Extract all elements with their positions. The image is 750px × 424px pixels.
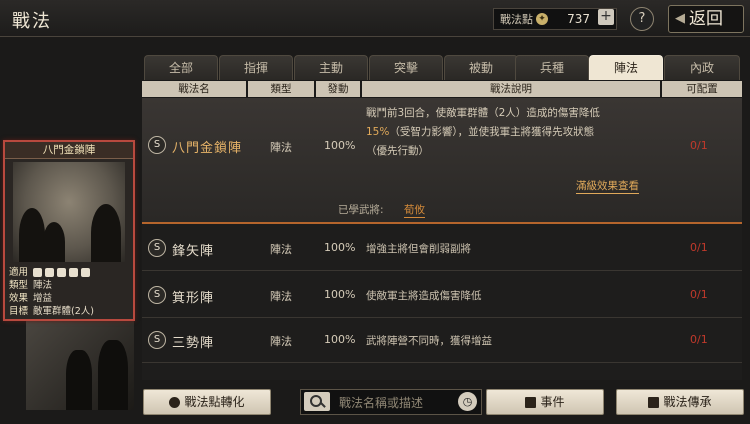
silhouette-figure: [43, 222, 65, 262]
config-count: 0/1: [690, 333, 708, 346]
tactic-rate: 100%: [324, 288, 356, 301]
table-row[interactable]: S 箕形陣 陣法 100% 使敵軍主將造成傷害降低 0/1: [142, 275, 742, 318]
card-key: 類型: [9, 280, 29, 291]
tactic-description: 武將陣營不同時，獲得增益: [366, 335, 492, 347]
tactic-description: 使敵軍主將造成傷害降低: [366, 290, 482, 302]
silhouette-figure: [98, 340, 128, 410]
tactic-inherit-label: 戰法傳承: [663, 395, 712, 409]
card-key: 效果: [9, 293, 29, 304]
siege-icon: [81, 268, 90, 277]
tactic-name: 八門金鎖陣: [172, 141, 243, 156]
tactic-type: 陣法: [270, 243, 292, 256]
tactic-name: 三勢陣: [172, 336, 215, 351]
desc-line-2: （受智力影響），並使我軍主將獲得先攻狀態: [389, 126, 595, 138]
column-header-configurable: 可配置: [662, 81, 742, 97]
bow-icon: [57, 268, 66, 277]
config-count: 0/1: [690, 139, 708, 152]
tab-assault[interactable]: 突擊: [369, 55, 443, 80]
max-level-effect-link[interactable]: 滿級效果查看: [576, 178, 639, 194]
config-count: 0/1: [690, 288, 708, 301]
card-value: 增益: [33, 293, 53, 304]
convert-points-button[interactable]: 戰法點轉化: [143, 389, 271, 415]
background-art: [26, 320, 134, 410]
back-button-label: 返回: [689, 9, 723, 29]
config-count: 0/1: [690, 241, 708, 254]
convert-points-label: 戰法點轉化: [184, 395, 245, 409]
event-label: 事件: [540, 395, 565, 409]
card-title: 八門金鎖陣: [5, 142, 133, 159]
page-title: 戰法: [12, 11, 52, 32]
table-row[interactable]: S 鋒矢陣 陣法 100% 增強主將但會削弱副將 0/1: [142, 228, 742, 271]
search-input[interactable]: [337, 393, 453, 412]
shield-icon: [45, 268, 54, 277]
column-header-name: 戰法名: [142, 81, 246, 97]
back-arrow-icon: ◀: [675, 11, 685, 26]
column-header-description: 戰法說明: [362, 81, 660, 97]
tactic-type: 陣法: [270, 335, 292, 348]
tactic-type: 陣法: [270, 290, 292, 303]
tab-all[interactable]: 全部: [144, 55, 218, 80]
grade-badge: S: [148, 286, 166, 304]
drop-icon: [169, 397, 181, 408]
desc-line-3: （優先行動）: [366, 145, 429, 157]
selected-tactic-row[interactable]: S 八門金鎖陣 陣法 100% 戰鬥前3回合，使敵軍群體（2人）造成的傷害降低 …: [142, 98, 742, 224]
tactic-name: 鋒矢陣: [172, 244, 215, 259]
back-button[interactable]: ◀ 返回: [668, 5, 744, 33]
tab-formation[interactable]: 陣法: [589, 55, 663, 80]
tactic-rate: 100%: [324, 241, 356, 254]
card-value: 陣法: [33, 280, 53, 291]
tactic-rate: 100%: [324, 333, 356, 346]
search-bar: ◷: [300, 389, 482, 415]
tactic-detail-card: 八門金鎖陣 適用 類型 陣法 效果 增益 目標 敵軍群體(2人): [3, 140, 135, 321]
tactic-description: 戰鬥前3回合，使敵軍群體（2人）造成的傷害降低 15%（受智力影響），並使我軍主…: [366, 104, 666, 161]
tactic-name: 箕形陣: [172, 291, 215, 306]
tab-command[interactable]: 指揮: [219, 55, 293, 80]
grade-badge: S: [148, 331, 166, 349]
clock-icon[interactable]: ◷: [458, 392, 477, 411]
tactic-points-value: 737: [567, 12, 590, 26]
book-icon: [525, 397, 537, 408]
learned-general-link[interactable]: 荀攸: [404, 202, 425, 218]
coin-icon: ✦: [536, 13, 548, 25]
tab-passive[interactable]: 被動: [444, 55, 518, 80]
desc-line-1: 戰鬥前3回合，使敵軍群體（2人）造成的傷害降低: [366, 107, 600, 119]
card-key: 目標: [9, 306, 29, 317]
column-header-trigger: 發動: [316, 81, 360, 97]
search-icon[interactable]: [304, 392, 330, 411]
tactic-description: 增強主將但會削弱副將: [366, 243, 471, 255]
silhouette-figure: [91, 204, 121, 262]
tactic-inherit-button[interactable]: 戰法傳承: [616, 389, 744, 415]
silhouette-figure: [19, 208, 45, 262]
grade-badge: S: [148, 239, 166, 257]
tab-active[interactable]: 主動: [294, 55, 368, 80]
tab-troop[interactable]: 兵種: [515, 55, 589, 80]
tab-internal[interactable]: 內政: [664, 55, 740, 80]
tactic-type: 陣法: [270, 141, 292, 154]
desc-highlight: 15%: [366, 126, 390, 138]
tactic-illustration: [13, 162, 125, 262]
silhouette-figure: [66, 350, 92, 410]
card-info: 適用 類型 陣法 效果 增益 目標 敵軍群體(2人): [9, 266, 129, 318]
learned-generals-label: 已學武將:: [338, 204, 384, 216]
event-button[interactable]: 事件: [486, 389, 604, 415]
tactic-rate: 100%: [324, 139, 356, 152]
tactic-points-label: 戰法點: [500, 13, 533, 26]
card-key: 適用: [9, 267, 29, 278]
card-value: 敵軍群體(2人): [33, 306, 94, 317]
category-tabs: 全部 指揮 主動 突擊 被動 兵種 陣法 內政: [142, 55, 742, 80]
top-bar: 戰法 戰法點 ✦ 737 + ? ◀ 返回: [0, 0, 750, 37]
spear-icon: [69, 268, 78, 277]
hammer-icon: [648, 397, 660, 408]
cavalry-icon: [33, 268, 42, 277]
troop-type-icons: [33, 266, 129, 279]
add-points-button[interactable]: +: [598, 9, 614, 25]
help-button[interactable]: ?: [630, 7, 654, 31]
column-header-type: 類型: [248, 81, 314, 97]
grade-badge: S: [148, 136, 166, 154]
table-row[interactable]: S 三勢陣 陣法 100% 武將陣營不同時，獲得增益 0/1: [142, 320, 742, 363]
